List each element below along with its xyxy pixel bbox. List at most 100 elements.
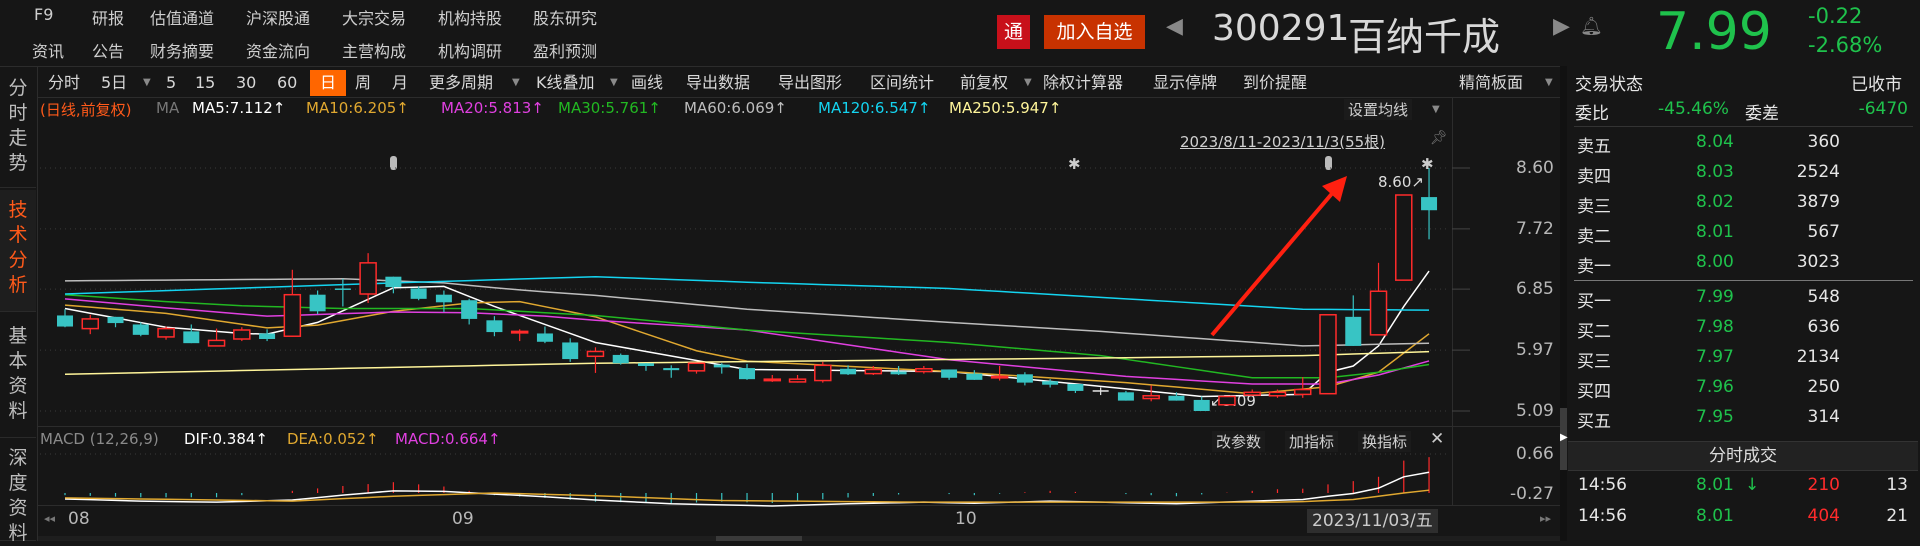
ratio-value: -45.46% [1658,99,1729,119]
candle-body [1142,395,1160,400]
candle [461,298,478,325]
candle-body [1395,194,1413,281]
candle [1421,168,1438,240]
candle-body [359,262,377,295]
candle-body [941,369,958,378]
trade-count: 13 [1886,475,1908,495]
candle-body [259,333,276,339]
candle [359,253,377,303]
level-price[interactable]: 7.97 [1696,347,1734,367]
candle-body [864,368,883,375]
level-price[interactable]: 7.98 [1696,317,1734,337]
level-price[interactable]: 7.99 [1696,287,1734,307]
candle-body [687,362,706,372]
candle [81,314,100,335]
level-price[interactable]: 8.02 [1696,192,1734,212]
candle [183,324,200,344]
candle-body [107,316,124,324]
candle [966,370,983,380]
candle-body [1067,384,1084,391]
candle-body [157,327,175,338]
candle [510,329,529,342]
level-price[interactable]: 7.96 [1696,377,1734,397]
candle [57,309,73,328]
candle [259,329,276,342]
candle-body [283,293,302,337]
ratio-label: 委比 [1575,104,1609,124]
level-label: 买五 [1577,412,1611,432]
candle [1243,389,1261,396]
ma120-line [64,275,1430,311]
candle [334,278,351,307]
candle [107,316,124,328]
level-volume: 360 [1807,132,1840,152]
candle-body [309,294,326,312]
level-price[interactable]: 8.01 [1696,222,1734,242]
candle [1345,295,1362,346]
level-label: 卖四 [1577,167,1611,187]
candle-body [990,375,1009,379]
macd-panel [40,453,1450,507]
candle [1193,396,1210,411]
candle-body [562,342,579,360]
candle [1016,372,1033,386]
candle [1218,395,1236,406]
candle-body [183,331,200,344]
candle-body [1117,392,1134,401]
candle [536,326,553,344]
candle-body [612,354,629,364]
candle-body [510,330,529,334]
candle [1369,262,1388,336]
level-volume: 567 [1807,222,1840,242]
candle-body [1092,390,1109,392]
candle [233,327,251,342]
candle-body [1042,381,1059,385]
candle [763,375,782,382]
level-label: 卖二 [1577,227,1611,247]
candle-body [788,378,807,383]
level-price[interactable]: 7.95 [1696,407,1734,427]
candle-body [1345,316,1362,346]
candle [915,366,933,374]
level-label: 卖一 [1577,257,1611,277]
candle [1117,390,1134,401]
candle-body [739,368,756,380]
arrow-down-icon: ↓ [1745,475,1760,495]
candle [1319,314,1337,395]
candle [586,347,605,373]
diff-label: 委差 [1745,104,1779,124]
level-volume: 636 [1807,317,1840,337]
candle [486,316,503,337]
candle [788,375,807,383]
candle-body [1268,391,1287,397]
candle [562,338,579,362]
candle-body [233,329,251,340]
candle-body [840,368,857,375]
candle-body [915,368,933,373]
level-label: 买四 [1577,382,1611,402]
level-volume: 250 [1807,377,1840,397]
candle-body [663,368,680,371]
candle-body [536,333,553,342]
candle [637,363,654,371]
candle-body [1243,391,1261,396]
candle-body [890,371,907,375]
candle [713,363,730,374]
candle-body [57,315,73,327]
level-price[interactable]: 8.00 [1696,252,1734,272]
diff-value: -6470 [1858,99,1908,119]
candle [157,326,175,340]
level-volume: 548 [1807,287,1840,307]
level-price[interactable]: 8.04 [1696,132,1734,152]
collapse-panel-handle[interactable]: ▶ [1560,408,1568,470]
trade-status-label: 交易状态 [1575,75,1643,95]
candle-body [1016,374,1033,383]
level-volume: 2134 [1796,347,1840,367]
candle [410,286,427,301]
level-price[interactable]: 8.03 [1696,162,1734,182]
candle [941,369,958,380]
candle [990,366,1009,381]
candle-body [334,288,351,290]
candle [1395,194,1413,281]
level-label: 买三 [1577,352,1611,372]
